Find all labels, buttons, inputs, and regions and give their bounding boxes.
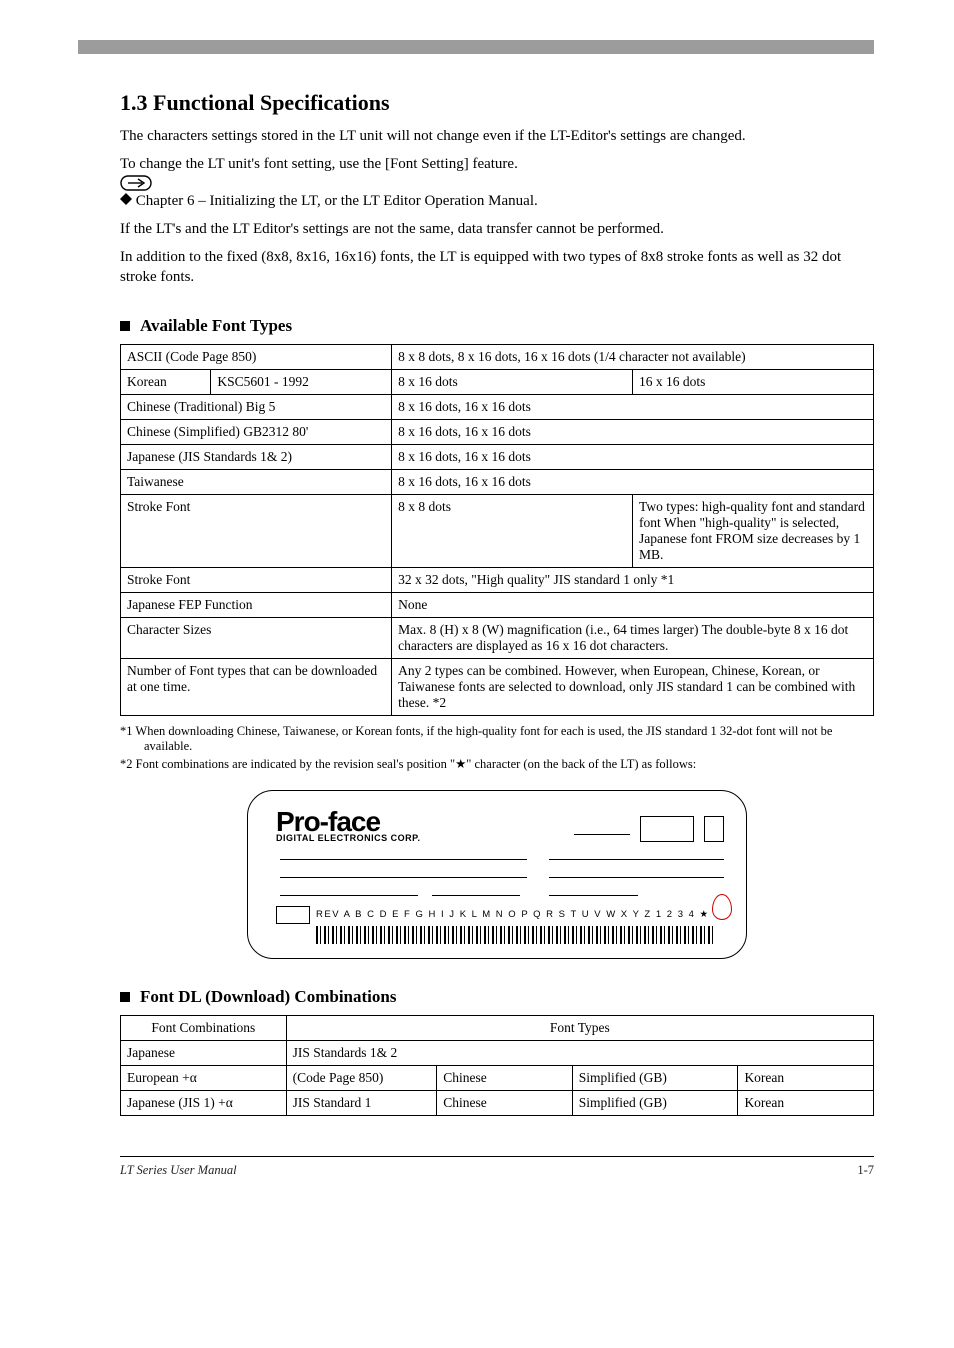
cell: 8 x 16 dots, 16 x 16 dots: [392, 419, 874, 444]
footer-title: LT Series User Manual: [120, 1163, 237, 1178]
cell: Chinese (Traditional) Big 5: [121, 394, 392, 419]
subsection-title: Available Font Types: [140, 316, 292, 336]
brand-subtitle: DIGITAL ELECTRONICS CORP.: [276, 834, 421, 842]
cell: 32 x 32 dots, "High quality" JIS standar…: [392, 567, 874, 592]
cell: Japanese FEP Function: [121, 592, 392, 617]
section-name: Functional Specifications: [153, 90, 390, 115]
nameplate-diagram: Pro-face DIGITAL ELECTRONICS CORP.: [247, 790, 747, 959]
blank-box: [704, 816, 724, 842]
circle-highlight-icon: [712, 894, 732, 920]
section-title: 1.3 Functional Specifications: [120, 90, 874, 116]
text-run: Chapter 6 – Initializing the LT, or the …: [136, 193, 538, 209]
blank-line: [280, 848, 527, 860]
font-dl-table: Font Combinations Font Types Japanese JI…: [120, 1015, 874, 1116]
blank-line: [549, 884, 639, 896]
cell: Korean: [738, 1090, 874, 1115]
section-number: 1.3: [120, 90, 148, 115]
cell: ASCII (Code Page 850): [121, 344, 392, 369]
table-row: Korean KSC5601 - 1992 8 x 16 dots 16 x 1…: [121, 369, 874, 394]
cell: 16 x 16 dots: [633, 369, 874, 394]
table-row: Font Combinations Font Types: [121, 1015, 874, 1040]
reference-arrow-icon: [120, 175, 874, 191]
blank-line: [280, 884, 418, 896]
table-row: European +α (Code Page 850) Chinese Simp…: [121, 1065, 874, 1090]
cell: Chinese: [437, 1065, 573, 1090]
footnote: *1 When downloading Chinese, Taiwanese, …: [144, 724, 874, 754]
cell: Character Sizes: [121, 617, 392, 658]
table-row: Stroke Font 8 x 8 dots Two types: high-q…: [121, 494, 874, 567]
barcode-graphic: [316, 926, 716, 944]
table-row: ASCII (Code Page 850) 8 x 8 dots, 8 x 16…: [121, 344, 874, 369]
cell: Two types: high-quality font and standar…: [633, 494, 874, 567]
blank-line: [432, 884, 520, 896]
cell: Korean: [738, 1065, 874, 1090]
table-row: Japanese JIS Standards 1& 2: [121, 1040, 874, 1065]
blank-line: [549, 866, 724, 878]
cell: Japanese (JIS 1) +α: [121, 1090, 287, 1115]
cell: Chinese: [437, 1090, 573, 1115]
blank-line: [574, 823, 630, 835]
blank-box: [640, 816, 694, 842]
cell: 8 x 8 dots, 8 x 16 dots, 16 x 16 dots (1…: [392, 344, 874, 369]
cell: 8 x 16 dots: [392, 369, 633, 394]
cell: Simplified (GB): [572, 1090, 738, 1115]
cell: Font Combinations: [121, 1015, 287, 1040]
paragraph: The characters settings stored in the LT…: [120, 126, 874, 146]
blank-line: [280, 866, 527, 878]
cell: 8 x 16 dots, 16 x 16 dots: [392, 394, 874, 419]
cell: Korean: [121, 369, 211, 394]
table-row: Stroke Font 32 x 32 dots, "High quality"…: [121, 567, 874, 592]
brand-logo: Pro-face DIGITAL ELECTRONICS CORP.: [276, 809, 421, 842]
cell: European +α: [121, 1065, 287, 1090]
paragraph: In addition to the fixed (8x8, 8x16, 16x…: [120, 247, 874, 288]
cell: Stroke Font: [121, 567, 392, 592]
cell: 8 x 16 dots, 16 x 16 dots: [392, 444, 874, 469]
header-bar: [78, 40, 874, 54]
table-row: Japanese FEP Function None: [121, 592, 874, 617]
cell: JIS Standard 1: [286, 1090, 437, 1115]
font-types-table: ASCII (Code Page 850) 8 x 8 dots, 8 x 16…: [120, 344, 874, 716]
text-run: To change the LT unit's font setting, us…: [120, 156, 518, 172]
brand-name: Pro-face: [276, 809, 421, 834]
diamond-icon: [120, 193, 136, 209]
cell: Chinese (Simplified) GB2312 80': [121, 419, 392, 444]
paragraph: If the LT's and the LT Editor's settings…: [120, 219, 874, 239]
cell: Taiwanese: [121, 469, 392, 494]
square-bullet-icon: [120, 321, 130, 331]
subsection-heading: Font DL (Download) Combinations: [120, 987, 874, 1007]
table-row: Number of Font types that can be downloa…: [121, 658, 874, 715]
table-row: Character Sizes Max. 8 (H) x 8 (W) magni…: [121, 617, 874, 658]
table-row: Chinese (Simplified) GB2312 80' 8 x 16 d…: [121, 419, 874, 444]
cell: None: [392, 592, 874, 617]
cell: Japanese: [121, 1040, 287, 1065]
subsection-title: Font DL (Download) Combinations: [140, 987, 396, 1007]
table-row: Japanese (JIS Standards 1& 2) 8 x 16 dot…: [121, 444, 874, 469]
cell: Number of Font types that can be downloa…: [121, 658, 392, 715]
table-row: Japanese (JIS 1) +α JIS Standard 1 Chine…: [121, 1090, 874, 1115]
table-row: Chinese (Traditional) Big 5 8 x 16 dots,…: [121, 394, 874, 419]
table-row: Taiwanese 8 x 16 dots, 16 x 16 dots: [121, 469, 874, 494]
blank-box: [276, 906, 310, 924]
footnote: *2 Font combinations are indicated by th…: [144, 756, 874, 772]
rev-letters: REV A B C D E F G H I J K L M N O P Q R …: [316, 909, 710, 920]
cell: (Code Page 850): [286, 1065, 437, 1090]
cell: KSC5601 - 1992: [211, 369, 392, 394]
cell: Stroke Font: [121, 494, 392, 567]
cell: Japanese (JIS Standards 1& 2): [121, 444, 392, 469]
cell: Max. 8 (H) x 8 (W) magnification (i.e., …: [392, 617, 874, 658]
square-bullet-icon: [120, 992, 130, 1002]
cell: Simplified (GB): [572, 1065, 738, 1090]
cell: 8 x 8 dots: [392, 494, 633, 567]
cell: 8 x 16 dots, 16 x 16 dots: [392, 469, 874, 494]
cell: Any 2 types can be combined. However, wh…: [392, 658, 874, 715]
page-footer: LT Series User Manual 1-7: [120, 1156, 874, 1178]
cell: Font Types: [286, 1015, 873, 1040]
page-number: 1-7: [857, 1163, 874, 1178]
subsection-heading: Available Font Types: [120, 316, 874, 336]
cell: JIS Standards 1& 2: [286, 1040, 873, 1065]
paragraph: To change the LT unit's font setting, us…: [120, 154, 874, 211]
blank-line: [549, 848, 724, 860]
